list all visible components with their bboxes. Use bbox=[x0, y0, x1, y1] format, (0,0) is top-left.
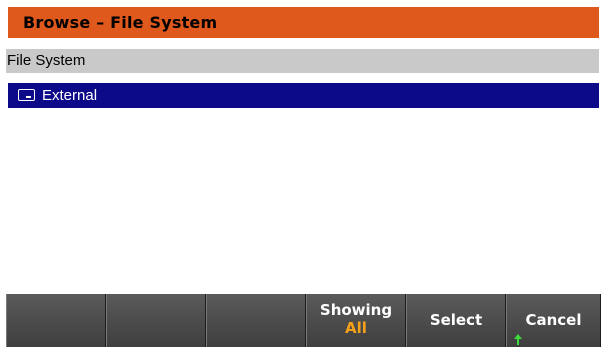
cancel-button[interactable]: Cancel bbox=[506, 294, 601, 347]
showing-filter-button[interactable]: Showing All bbox=[306, 294, 406, 347]
showing-label: Showing bbox=[319, 301, 393, 319]
file-list: External bbox=[6, 83, 599, 293]
select-label: Select bbox=[429, 311, 483, 329]
softkey-3[interactable] bbox=[206, 294, 306, 347]
showing-value: All bbox=[345, 319, 367, 337]
select-button[interactable]: Select bbox=[406, 294, 506, 347]
arrow-up-icon bbox=[514, 334, 522, 345]
drive-icon bbox=[18, 89, 35, 101]
title-bar: Browse – File System bbox=[8, 7, 599, 38]
softkey-1[interactable] bbox=[6, 294, 106, 347]
softkey-bar: Showing All Select Cancel bbox=[6, 294, 601, 347]
path-bar: File System bbox=[6, 49, 599, 73]
instrument-screen: Browse – File System File System Externa… bbox=[0, 0, 601, 347]
current-path: File System bbox=[7, 52, 86, 69]
dialog-title: Browse – File System bbox=[23, 13, 218, 32]
file-list-item-external[interactable]: External bbox=[8, 83, 599, 108]
softkey-2[interactable] bbox=[106, 294, 206, 347]
file-list-item-label: External bbox=[42, 87, 98, 104]
